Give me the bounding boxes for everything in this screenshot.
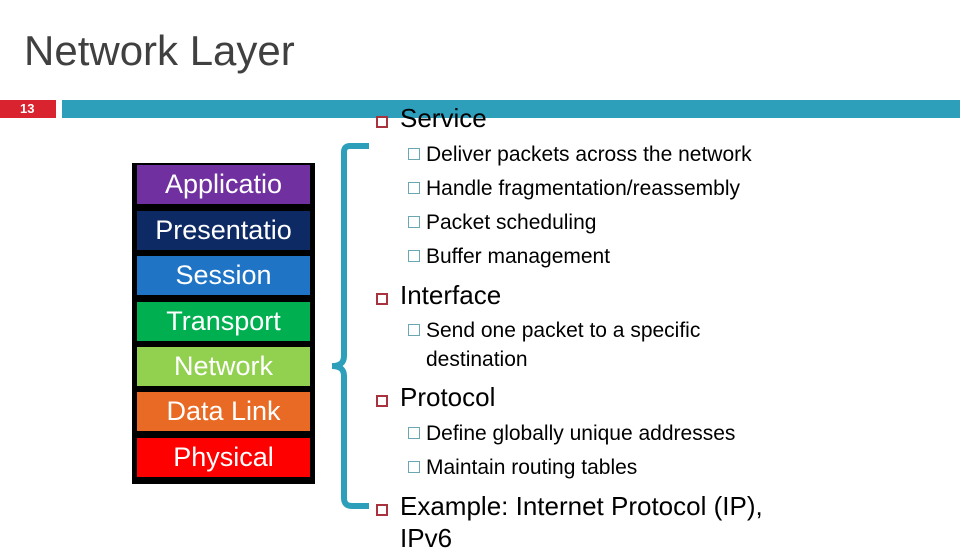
sub-bullet-text: Deliver packets across the network [426,143,752,166]
osi-layer-presentation: Presentatio [137,211,310,250]
sub-bullet-text: Maintain routing tables [426,456,638,479]
bullet-heading: Service [400,103,487,133]
square-bullet-icon [408,182,420,194]
osi-layer-data-link: Data Link [137,392,310,431]
sub-bullet-text: Packet scheduling [426,211,597,234]
bracket-shape [332,143,369,509]
square-bullet-icon [376,116,388,128]
osi-layer-physical: Physical [137,438,310,477]
header-bar [62,100,960,118]
square-bullet-icon [408,324,420,336]
square-bullet-icon [408,250,420,262]
sub-bullet-text: Send one packet to a specific destinatio… [426,319,701,371]
sub-bullet-text: Define globally unique addresses [426,422,736,445]
osi-layer-transport: Transport [137,302,310,341]
curly-bracket [332,143,369,509]
bullet-heading: Interface [400,280,502,310]
square-bullet-icon [376,293,388,305]
square-bullet-icon [408,427,420,439]
square-bullet-icon [408,148,420,160]
osi-stack: Applicatio Presentatio Session Transport… [132,163,315,484]
bullet-heading: Protocol [400,382,496,412]
bullet-heading: Example: Internet Protocol (IP), IPv6 [400,491,763,553]
slide-title: Network Layer [24,27,295,74]
osi-layer-session: Session [137,256,310,295]
sub-bullet-text: Buffer management [426,245,611,268]
square-bullet-icon [376,395,388,407]
square-bullet-icon [408,461,420,473]
osi-layer-application: Applicatio [137,165,310,204]
osi-layer-network: Network [137,347,310,386]
sub-bullet-text: Handle fragmentation/reassembly [426,177,740,200]
square-bullet-icon [408,216,420,228]
page-number-badge: 13 [0,100,56,118]
square-bullet-icon [376,504,388,516]
